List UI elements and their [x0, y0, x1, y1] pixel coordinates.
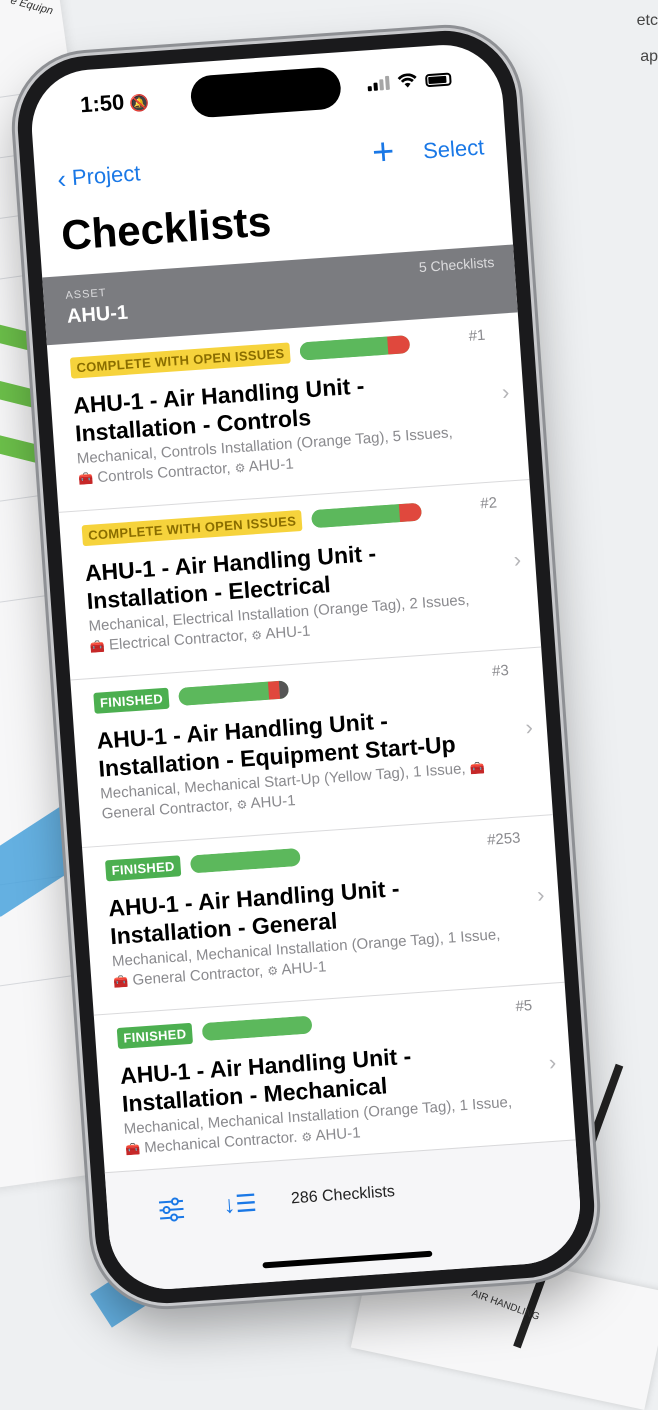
progress-bar: [311, 502, 423, 529]
status-indicators: [367, 70, 452, 92]
progress-issues: [387, 334, 411, 355]
progress-bar: [189, 847, 301, 874]
background-text: ap: [640, 48, 658, 65]
chevron-right-icon: ›: [547, 1049, 558, 1075]
checklist-item[interactable]: FINISHED #253 AHU-1 - Air Handling Unit …: [82, 815, 565, 1016]
status-badge: FINISHED: [104, 854, 182, 881]
progress-complete: [311, 504, 401, 529]
wifi-icon: [397, 73, 417, 88]
chevron-right-icon: ›: [501, 379, 511, 405]
select-button[interactable]: Select: [422, 134, 485, 164]
checklist-number: #253: [486, 829, 522, 849]
status-time: 1:50 🔕: [79, 88, 150, 119]
chevron-right-icon: ›: [524, 714, 534, 740]
checklist-number: #1: [468, 326, 486, 345]
progress-complete: [178, 681, 270, 706]
section-label: ASSET: [65, 287, 107, 302]
toolbox-icon: 🧰: [469, 760, 486, 776]
progress-bar: [178, 680, 290, 706]
desc-asset: AHU-1: [280, 958, 327, 979]
progress-other: [279, 680, 290, 699]
toolbox-icon: 🧰: [77, 471, 94, 487]
status-badge: FINISHED: [116, 1022, 194, 1049]
checklist-number: #2: [479, 494, 498, 513]
progress-complete: [299, 336, 389, 361]
checklist-item[interactable]: FINISHED #3 AHU-1 - Air Handling Unit - …: [70, 647, 553, 849]
status-badge: COMPLETE WITH OPEN ISSUES: [81, 509, 303, 546]
toolbox-icon: 🧰: [89, 638, 106, 654]
gear-icon: ⚙: [250, 628, 263, 643]
progress-bar: [201, 1015, 313, 1042]
time-text: 1:50: [79, 89, 126, 118]
chevron-right-icon: ›: [536, 881, 546, 908]
bell-slash-icon: 🔕: [128, 94, 150, 113]
gear-icon: ⚙: [266, 963, 279, 979]
desc-asset: AHU-1: [248, 455, 295, 476]
desc-asset: AHU-1: [249, 792, 297, 813]
progress-complete: [201, 1015, 313, 1042]
desc-asset: AHU-1: [264, 622, 311, 643]
gear-icon: ⚙: [234, 460, 246, 476]
toolbox-icon: 🧰: [124, 1141, 141, 1157]
gear-icon: ⚙: [301, 1129, 313, 1145]
plus-icon[interactable]: +: [371, 131, 396, 175]
signal-bar: [379, 79, 384, 91]
section-asset: AHU-1: [66, 301, 129, 328]
desc-asset: AHU-1: [314, 1124, 362, 1145]
battery-icon: [424, 72, 452, 88]
checklist-number: #5: [514, 997, 533, 1016]
phone: 1:50 🔕 ‹ Project + Select Checklists ASS…: [13, 26, 599, 1308]
signal-icon: [367, 75, 390, 92]
section-count: 5 Checklists: [418, 253, 495, 276]
progress-complete: [189, 847, 301, 874]
progress-issues: [399, 502, 423, 523]
back-button[interactable]: ‹ Project: [56, 160, 142, 195]
gear-icon: ⚙: [236, 797, 248, 813]
progress-bar: [299, 334, 411, 361]
status-badge: FINISHED: [93, 687, 170, 714]
signal-bar: [384, 75, 390, 91]
toolbox-icon: 🧰: [113, 974, 129, 990]
back-label: Project: [71, 160, 142, 191]
page-title: Checklists: [59, 197, 273, 259]
checklist-number: #3: [491, 661, 510, 681]
home-indicator[interactable]: [262, 1250, 433, 1269]
signal-bar: [367, 86, 372, 92]
checklist-item[interactable]: COMPLETE WITH OPEN ISSUES #1 AHU-1 - Air…: [46, 312, 530, 513]
checklist-list: COMPLETE WITH OPEN ISSUES #1 AHU-1 - Air…: [46, 312, 576, 1183]
chevron-right-icon: ›: [512, 546, 522, 573]
background-text: etc: [636, 12, 658, 29]
phone-screen: 1:50 🔕 ‹ Project + Select Checklists ASS…: [27, 41, 585, 1293]
checklist-item[interactable]: COMPLETE WITH OPEN ISSUES #2 AHU-1 - Air…: [58, 479, 542, 681]
chevron-left-icon: ‹: [56, 163, 68, 195]
status-badge: COMPLETE WITH OPEN ISSUES: [69, 341, 292, 379]
signal-bar: [373, 82, 378, 91]
